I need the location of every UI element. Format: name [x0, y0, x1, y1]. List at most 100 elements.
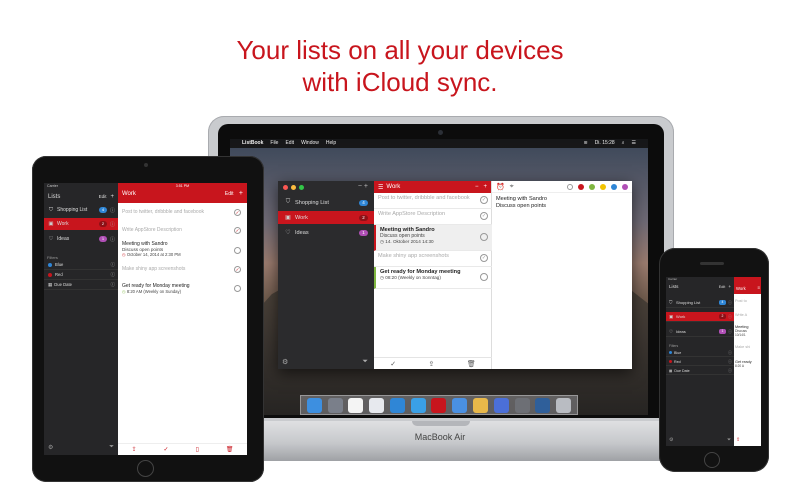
location-pin-icon[interactable]: ⌖ — [510, 183, 514, 191]
menu-help[interactable]: Help — [326, 139, 336, 148]
completed-check-icon[interactable]: ✓ — [480, 212, 488, 220]
info-icon[interactable]: ⓘ — [111, 262, 116, 268]
sidebar-item-shopping-list[interactable]: ⛉ Shopping List 4 — [278, 196, 374, 209]
task-row[interactable]: Write A — [735, 313, 761, 317]
task-row[interactable]: Make shiny app screenshots ✓ — [374, 251, 492, 267]
share-icon[interactable]: ⇪ — [132, 446, 137, 453]
itunes-icon[interactable] — [473, 397, 488, 413]
sidebar-item-work[interactable]: ▣ Work 2 ⓘ — [666, 312, 734, 322]
task-row[interactable]: Write AppStore Description ✓ — [374, 209, 492, 225]
task-row[interactable]: Meeting Discuss 10/14/1 — [735, 325, 761, 337]
filter-funnel-icon[interactable]: ⏷ — [109, 444, 114, 451]
info-icon[interactable]: ⓘ — [111, 282, 116, 288]
info-icon[interactable]: ⓘ — [728, 329, 732, 335]
trash-bin-icon[interactable] — [556, 397, 572, 413]
trash-icon[interactable]: 🗑 — [467, 360, 476, 368]
filter-item-blue[interactable]: Blue ⓘ — [666, 349, 734, 357]
remove-task-icon[interactable]: − — [475, 184, 479, 190]
menu-app-name[interactable]: ListBook — [242, 139, 263, 148]
launchpad-icon[interactable] — [327, 397, 343, 413]
info-icon[interactable]: ⓘ — [728, 350, 732, 356]
completed-check-icon[interactable]: ✓ — [234, 227, 241, 234]
sidebar-item-ideas[interactable]: ♡ Ideas 1 — [278, 226, 374, 239]
task-row[interactable]: Meeting with Sandro Discuss open points … — [120, 241, 245, 257]
color-swatch-yellow[interactable] — [600, 183, 606, 190]
info-icon[interactable]: ⓘ — [110, 236, 115, 243]
task-row[interactable]: Post to twitter, dribbble and facebook ✓ — [120, 209, 245, 216]
menubar-clock[interactable]: Di. 15:28 — [595, 139, 615, 148]
filter-item-due-date[interactable]: ▦ Due Date ⓘ — [44, 280, 118, 290]
iphone-home-button[interactable] — [704, 452, 720, 468]
filter-item-red[interactable]: Red ⓘ — [666, 358, 734, 366]
alarm-icon[interactable]: ⏰ — [496, 183, 505, 191]
open-circle-icon[interactable] — [480, 233, 488, 241]
info-icon[interactable]: ⓘ — [110, 221, 115, 228]
task-row[interactable]: Make shi — [735, 345, 761, 349]
menu-list-icon[interactable]: ☰ — [632, 139, 636, 148]
open-circle-icon[interactable] — [234, 247, 241, 254]
filter-item-red[interactable]: Red ⓘ — [44, 270, 118, 280]
onepassword-icon[interactable] — [535, 397, 551, 413]
sidebar-item-ideas[interactable]: ♡ Ideas 1 ⓘ — [666, 327, 734, 337]
complete-all-icon[interactable]: ✓ — [390, 360, 396, 368]
sidebar-item-work[interactable]: ▣ Work 2 ⓘ — [44, 218, 118, 230]
remove-list-icon[interactable]: − — [358, 183, 362, 190]
search-icon[interactable]: ⌕ — [622, 139, 625, 148]
color-swatch-blue[interactable] — [611, 183, 617, 190]
menu-edit[interactable]: Edit — [285, 139, 294, 148]
filter-item-blue[interactable]: Blue ⓘ — [44, 260, 118, 270]
export-icon[interactable]: ▯ — [196, 446, 199, 453]
tag-app-icon[interactable] — [410, 397, 426, 413]
info-icon[interactable]: ⓘ — [728, 368, 732, 374]
trash-icon[interactable]: 🗑 — [226, 446, 234, 453]
completed-check-icon[interactable]: ✓ — [480, 196, 488, 204]
wifi-icon[interactable]: ≋ — [583, 139, 587, 148]
listbook-app-icon[interactable] — [431, 397, 447, 413]
edit-lists-button[interactable]: Edit — [719, 285, 726, 289]
color-swatch-none[interactable] — [567, 183, 573, 190]
info-icon[interactable]: ⓘ — [110, 207, 115, 214]
task-row-selected[interactable]: Meeting with Sandro Discuss open points … — [374, 225, 492, 251]
color-swatch-red[interactable] — [578, 183, 584, 190]
system-preferences-icon[interactable] — [514, 397, 530, 413]
filter-funnel-icon[interactable]: ⏷ — [727, 437, 731, 443]
task-row[interactable]: Get ready for Monday meeting ◷ 08:20 (We… — [374, 267, 492, 289]
menu-window[interactable]: Window — [301, 139, 319, 148]
open-circle-icon[interactable] — [234, 285, 241, 292]
share-icon[interactable]: ⇪ — [429, 360, 435, 368]
add-list-icon[interactable]: + — [728, 284, 731, 289]
completed-check-icon[interactable]: ✓ — [234, 266, 241, 273]
calendar-icon[interactable] — [348, 397, 364, 413]
safari-icon[interactable] — [389, 397, 405, 413]
share-icon[interactable]: ⇪ — [736, 437, 740, 443]
sidebar-item-shopping-list[interactable]: ⛉ Shopping List 4 ⓘ — [44, 204, 118, 216]
info-icon[interactable]: ⓘ — [728, 359, 732, 365]
completed-check-icon[interactable]: ✓ — [480, 254, 488, 262]
zoom-window-button[interactable] — [299, 185, 304, 190]
minimize-window-button[interactable] — [291, 185, 296, 190]
app-store-icon[interactable] — [493, 397, 509, 413]
color-swatch-purple[interactable] — [622, 183, 628, 190]
edit-tasks-button[interactable]: Edit — [225, 191, 234, 197]
settings-gear-icon[interactable]: ⚙ — [48, 444, 53, 451]
sidebar-item-work[interactable]: ▣ Work 2 — [278, 211, 374, 224]
task-row[interactable]: Get ready 8:20 A — [735, 360, 761, 368]
menu-file[interactable]: File — [270, 139, 278, 148]
add-list-icon[interactable]: + — [364, 183, 368, 190]
edit-lists-button[interactable]: Edit — [99, 194, 107, 199]
finder-icon[interactable] — [306, 397, 322, 413]
task-row[interactable]: Write AppStore Description ✓ — [120, 227, 245, 234]
completed-check-icon[interactable]: ✓ — [234, 209, 241, 216]
mail-send-icon[interactable] — [369, 397, 385, 413]
info-icon[interactable]: ⓘ — [728, 300, 732, 306]
task-row[interactable]: Post to twitter, dribbble and facebook ✓ — [374, 193, 492, 209]
sidebar-item-shopping-list[interactable]: ⛉ Shopping List 4 ⓘ — [666, 298, 734, 308]
task-row[interactable]: Post to — [735, 299, 761, 303]
open-circle-icon[interactable] — [480, 273, 488, 281]
list-menu-icon[interactable]: ☰ — [378, 184, 383, 191]
task-row[interactable]: Get ready for Monday meeting ◷ 8:20 AM (… — [120, 283, 245, 294]
settings-gear-icon[interactable]: ⚙ — [669, 437, 673, 443]
add-task-icon[interactable]: + — [239, 190, 243, 197]
detail-text-area[interactable]: Meeting with Sandro Discuss open points — [492, 193, 632, 213]
add-list-icon[interactable]: + — [110, 194, 114, 200]
